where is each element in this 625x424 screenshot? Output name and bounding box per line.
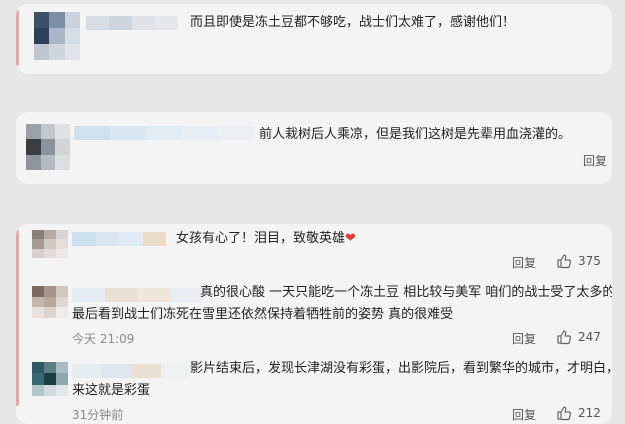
thumbs-up-icon [557,406,572,421]
like-button[interactable]: 247 [556,329,601,345]
accent-bar [16,230,19,406]
comment-text-line: 最后看到战士们冻死在雪里还依然保持着牺牲前的姿势 真的很难受 [72,307,454,322]
timestamp: 31分钟前 [72,408,124,422]
comment-thread-card: 女孩有心了！泪目，致敬英雄❤ 回复 375 真的很心酸 一天只能吃一个冻土豆 相… [16,224,612,424]
comment-text-line: 真的很心酸 一天只能吃一个冻土豆 相比较与美军 咱们的战士受了太多的苦 [200,285,612,300]
username-blurred[interactable] [72,364,190,378]
comment-text-line: 来这就是彩蛋 [72,383,151,398]
avatar[interactable] [26,124,70,170]
username-blurred[interactable] [72,232,166,246]
avatar[interactable] [32,230,68,258]
like-count: 212 [578,406,601,420]
username-blurred[interactable] [86,16,178,30]
comment-card: 而且即使是冻土豆都不够吃，战士们太难了，感谢他们！ [16,4,612,74]
reply-button[interactable]: 回复 [512,330,536,347]
timestamp: 今天 21:09 [72,332,135,346]
comment-text: 女孩有心了！泪目，致敬英雄❤ [176,231,356,246]
thumbs-up-icon [557,254,572,269]
comment-card: 前人栽树后人乘凉，但是我们这树是先辈用血浇灌的。 回复 [16,112,612,184]
reply-button[interactable]: 回复 [512,254,536,271]
like-count: 247 [578,330,601,344]
comment-text-line: 影片结束后，发现长津湖没有彩蛋，出影院后，看到繁华的城市，才明白，原 [190,361,612,376]
comment-text: 而且即使是冻土豆都不够吃，战士们太难了，感谢他们！ [190,15,516,30]
username-blurred[interactable] [72,288,202,302]
reply-button[interactable]: 回复 [583,152,607,169]
accent-bar [16,10,19,66]
like-button[interactable]: 212 [556,405,601,421]
heart-icon: ❤ [345,231,356,246]
avatar[interactable] [32,362,68,396]
list-item: 女孩有心了！泪目，致敬英雄❤ 回复 375 [30,224,602,274]
like-count: 375 [578,254,601,268]
avatar[interactable] [34,12,80,60]
reply-button[interactable]: 回复 [512,406,536,423]
list-item: 影片结束后，发现长津湖没有彩蛋，出影院后，看到繁华的城市，才明白，原 来这就是彩… [30,350,612,424]
thumbs-up-icon [557,330,572,345]
like-button[interactable]: 375 [556,253,601,269]
list-item: 真的很心酸 一天只能吃一个冻土豆 相比较与美军 咱们的战士受了太多的苦 最后看到… [30,276,612,348]
username-blurred[interactable] [74,126,254,140]
comment-text: 前人栽树后人乘凉，但是我们这树是先辈用血浇灌的。 [259,127,572,142]
avatar[interactable] [32,286,68,318]
